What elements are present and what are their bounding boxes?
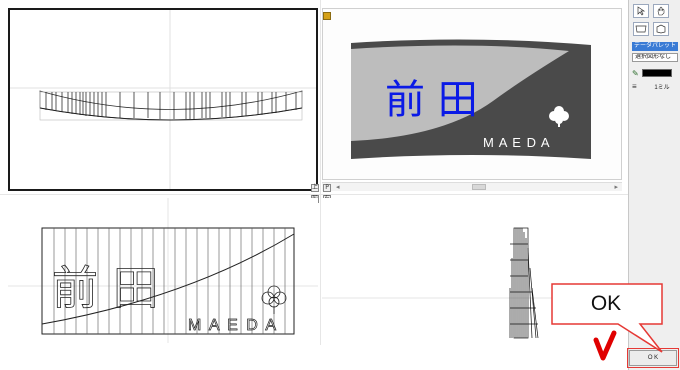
perspective-hscrollbar[interactable]: ◂ ▸	[322, 182, 622, 191]
tool-row-1	[633, 4, 669, 18]
callout-label: OK	[590, 292, 622, 315]
color-swatch[interactable]	[641, 69, 672, 77]
perspective-sign-render: 前 田 M A E D A	[351, 39, 591, 159]
top-view-scroll-label[interactable]: P	[323, 184, 331, 192]
scroll-right-icon[interactable]: ▸	[614, 183, 618, 191]
tool-row-2	[633, 22, 669, 36]
line-width-value[interactable]: 1ミル	[640, 82, 669, 91]
front-romaji-outline: M A E D A	[188, 317, 278, 334]
perspective-kanji: 前 田	[385, 77, 478, 123]
view-mode-icon[interactable]	[323, 12, 331, 20]
line-width-row[interactable]: ≡ 1ミル	[632, 81, 678, 91]
pen-icon: ✎	[632, 68, 639, 78]
scroll-left-icon[interactable]: ◂	[336, 183, 340, 191]
hand-icon[interactable]	[653, 4, 669, 18]
perspective-romaji: M A E D A	[483, 135, 551, 150]
top-view-label[interactable]: 上	[311, 184, 319, 192]
cube-tool-icon[interactable]	[653, 22, 669, 36]
viewport-top[interactable]	[8, 8, 318, 191]
ok-button[interactable]: O K	[629, 350, 677, 366]
surface-tool-icon[interactable]	[633, 22, 649, 36]
viewport-divider-horizontal[interactable]	[0, 194, 628, 195]
front-kanji-outline: 前 田	[52, 261, 159, 315]
line-width-icon: ≡	[632, 81, 637, 91]
scroll-thumb[interactable]	[472, 184, 486, 190]
top-view-drawing	[10, 10, 316, 189]
viewport-divider-vertical[interactable]	[320, 0, 321, 345]
color-row[interactable]: ✎	[632, 68, 678, 78]
palette-title[interactable]: データパレット	[632, 42, 678, 51]
front-view-drawing: 前 田 M A E D A	[8, 198, 318, 343]
workspace: 前 田 M A E D A ◂ ▸ 上 P 前 右	[0, 0, 628, 370]
viewport-perspective[interactable]: 前 田 M A E D A	[322, 8, 622, 180]
palette-subtitle: 選択図形なし	[632, 53, 678, 62]
cursor-icon[interactable]	[633, 4, 649, 18]
viewport-front[interactable]: 前 田 M A E D A	[8, 198, 318, 343]
